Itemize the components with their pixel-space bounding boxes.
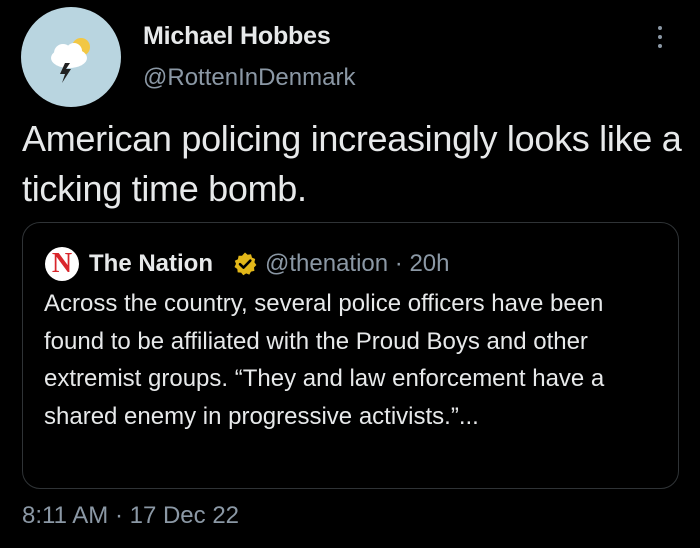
nation-logo[interactable]: N xyxy=(45,247,79,281)
tweet-text: American policing increasingly looks lik… xyxy=(22,118,682,209)
more-dot xyxy=(658,26,662,30)
quoted-text: Across the country, several police offic… xyxy=(44,290,605,430)
quoted-tweet[interactable]: N The Nation @thenation · 20h Across the… xyxy=(22,222,679,489)
quoted-author-name[interactable]: The Nation xyxy=(89,250,213,278)
author-name[interactable]: Michael Hobbes xyxy=(143,22,331,51)
storm-cloud-icon xyxy=(51,38,90,83)
author-handle[interactable]: @RottenInDenmark xyxy=(143,64,355,92)
more-options-icon[interactable] xyxy=(652,22,668,52)
verified-badge-icon xyxy=(234,252,257,276)
tweet: Michael Hobbes @RottenInDenmark American… xyxy=(0,0,700,548)
more-dot xyxy=(658,44,662,48)
timestamp[interactable]: 8:11 AM · 17 Dec 22 xyxy=(22,502,239,530)
quoted-handle-time[interactable]: @thenation · 20h xyxy=(265,250,450,278)
avatar[interactable] xyxy=(21,7,121,107)
more-dot xyxy=(658,35,662,39)
